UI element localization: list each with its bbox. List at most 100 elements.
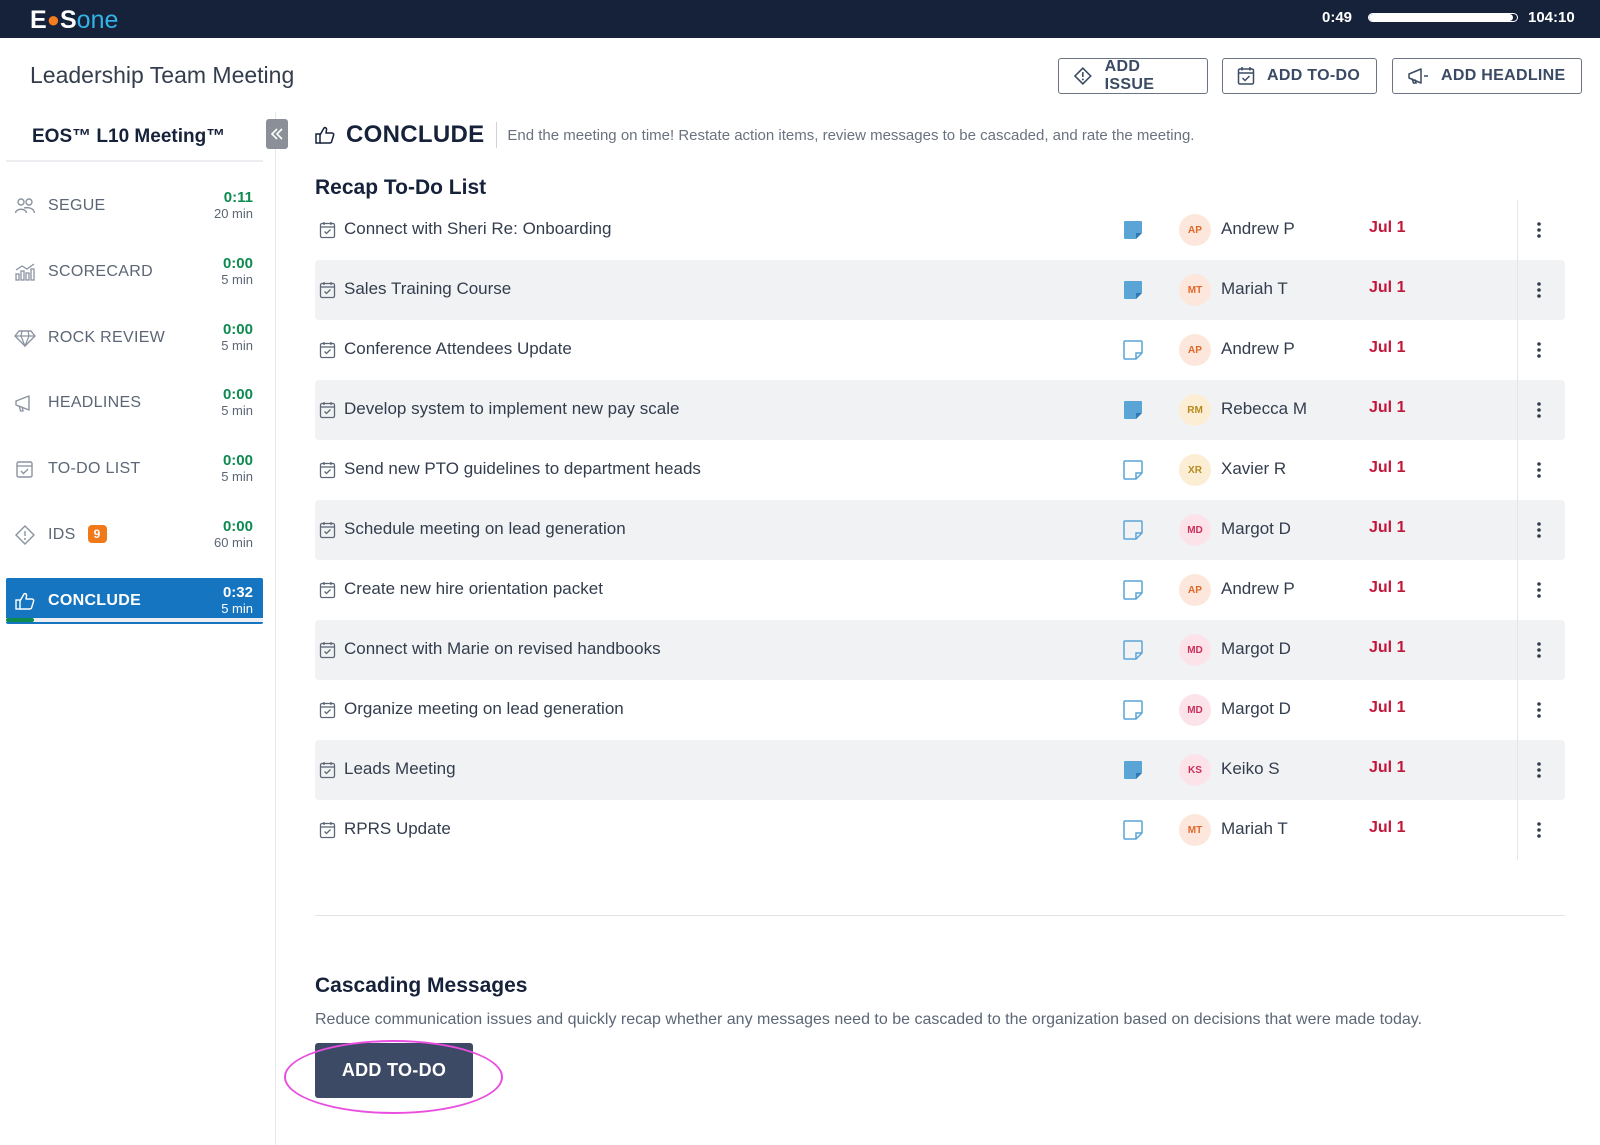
todo-note-button[interactable] bbox=[1122, 219, 1144, 246]
todo-menu-button[interactable] bbox=[1534, 820, 1544, 840]
highlight-annotation bbox=[284, 1040, 503, 1114]
todo-menu-button[interactable] bbox=[1534, 520, 1544, 540]
eos-one-logo[interactable]: E●Sone bbox=[30, 6, 118, 35]
todo-note-button[interactable] bbox=[1122, 699, 1144, 726]
sidebar-item-headlines[interactable]: HEADLINES 0:00 5 min bbox=[6, 380, 263, 426]
todo-row[interactable]: Schedule meeting on lead generation MD Mar… bbox=[315, 500, 1565, 560]
todo-menu-button[interactable] bbox=[1534, 340, 1544, 360]
note-empty-icon bbox=[1123, 580, 1143, 600]
sidebar-item-label: CONCLUDE bbox=[48, 592, 142, 609]
diamond-alert-icon bbox=[1073, 67, 1092, 85]
todo-title[interactable]: Send new PTO guidelines to department he… bbox=[344, 459, 701, 479]
todo-row[interactable]: Create new hire orientation packet AP Andr… bbox=[315, 560, 1565, 620]
todo-owner: Mariah T bbox=[1221, 279, 1288, 298]
todo-title[interactable]: Sales Training Course bbox=[344, 279, 511, 299]
todo-due-date[interactable]: Jul 1 bbox=[1369, 219, 1405, 237]
todo-title[interactable]: Develop system to implement new pay scal… bbox=[344, 399, 679, 419]
recap-todo-list: Connect with Sheri Re: Onboarding AP Andre… bbox=[315, 200, 1565, 860]
sidebar-item-scorecard[interactable]: SCORECARD 0:00 5 min bbox=[6, 249, 263, 295]
todo-note-button[interactable] bbox=[1122, 459, 1144, 486]
avatar: MT bbox=[1179, 274, 1211, 306]
section-title: CONCLUDE bbox=[346, 121, 485, 148]
todo-menu-button[interactable] bbox=[1534, 460, 1544, 480]
todo-note-button[interactable] bbox=[1122, 519, 1144, 546]
todo-row[interactable]: Leads Meeting KS Keiko S Jul 1 bbox=[315, 740, 1565, 800]
sidebar-item-segue[interactable]: SEGUE 0:11 20 min bbox=[6, 183, 263, 229]
todo-note-button[interactable] bbox=[1122, 279, 1144, 306]
sidebar-item-time: 0:32 bbox=[222, 584, 253, 601]
add-headline-button[interactable]: ADD HEADLINE bbox=[1392, 58, 1582, 94]
todo-owner: Andrew P bbox=[1221, 339, 1295, 358]
sidebar-item-time: 0:11 bbox=[223, 189, 253, 206]
note-filled-icon bbox=[1124, 761, 1142, 779]
note-empty-icon bbox=[1123, 700, 1143, 720]
todo-note-button[interactable] bbox=[1122, 579, 1144, 606]
row-divider bbox=[1517, 260, 1518, 320]
todo-row[interactable]: Organize meeting on lead generation MD Mar… bbox=[315, 680, 1565, 740]
add-issue-label: ADD ISSUE bbox=[1104, 58, 1155, 93]
calendar-check-icon bbox=[319, 822, 336, 839]
todo-menu-button[interactable] bbox=[1534, 220, 1544, 240]
add-todo-header-button[interactable]: ADD TO-DO bbox=[1222, 58, 1377, 94]
todo-note-button[interactable] bbox=[1122, 759, 1144, 786]
todo-menu-button[interactable] bbox=[1534, 580, 1544, 600]
todo-owner: Rebecca M bbox=[1221, 399, 1307, 418]
sidebar-item-label: SCORECARD bbox=[48, 263, 153, 280]
todo-row[interactable]: Sales Training Course MT Mariah T Jul 1 bbox=[315, 260, 1565, 320]
calendar-check-icon bbox=[319, 582, 336, 599]
more-options-icon bbox=[1537, 642, 1541, 658]
more-options-icon bbox=[1537, 822, 1541, 838]
todo-due-date[interactable]: Jul 1 bbox=[1369, 459, 1405, 477]
todo-due-date[interactable]: Jul 1 bbox=[1369, 819, 1405, 837]
sidebar-item-ids[interactable]: IDS 9 0:00 60 min bbox=[6, 512, 263, 558]
todo-title[interactable]: RPRS Update bbox=[344, 819, 451, 839]
todo-menu-button[interactable] bbox=[1534, 700, 1544, 720]
todo-menu-button[interactable] bbox=[1534, 760, 1544, 780]
todo-note-button[interactable] bbox=[1122, 399, 1144, 426]
todo-menu-button[interactable] bbox=[1534, 640, 1544, 660]
collapse-sidebar-button[interactable] bbox=[266, 119, 288, 149]
calendar-check-icon bbox=[319, 342, 336, 359]
todo-title[interactable]: Schedule meeting on lead generation bbox=[344, 519, 626, 539]
todo-row[interactable]: Send new PTO guidelines to department he… bbox=[315, 440, 1565, 500]
todo-row[interactable]: Develop system to implement new pay scal… bbox=[315, 380, 1565, 440]
todo-due-date[interactable]: Jul 1 bbox=[1369, 339, 1405, 357]
todo-note-button[interactable] bbox=[1122, 819, 1144, 846]
todo-due-date[interactable]: Jul 1 bbox=[1369, 519, 1405, 537]
todo-title[interactable]: Conference Attendees Update bbox=[344, 339, 572, 359]
todo-row[interactable]: Conference Attendees Update AP Andrew P Jul… bbox=[315, 320, 1565, 380]
diamond-alert-icon bbox=[15, 525, 35, 545]
todo-note-button[interactable] bbox=[1122, 639, 1144, 666]
todo-note-button[interactable] bbox=[1122, 339, 1144, 366]
todo-due-date[interactable]: Jul 1 bbox=[1369, 639, 1405, 657]
todo-owner: Mariah T bbox=[1221, 819, 1288, 838]
avatar: MD bbox=[1179, 634, 1211, 666]
todo-menu-button[interactable] bbox=[1534, 280, 1544, 300]
section-progress-bar bbox=[6, 618, 263, 622]
todo-due-date[interactable]: Jul 1 bbox=[1369, 699, 1405, 717]
todo-row[interactable]: Connect with Sheri Re: Onboarding AP Andre… bbox=[315, 200, 1565, 260]
todo-due-date[interactable]: Jul 1 bbox=[1369, 759, 1405, 777]
more-options-icon bbox=[1537, 342, 1541, 358]
todo-owner: Margot D bbox=[1221, 519, 1291, 538]
todo-title[interactable]: Leads Meeting bbox=[344, 759, 456, 779]
todo-title[interactable]: Connect with Marie on revised handbooks bbox=[344, 639, 661, 659]
todo-due-date[interactable]: Jul 1 bbox=[1369, 579, 1405, 597]
todo-row[interactable]: RPRS Update MT Mariah T Jul 1 bbox=[315, 800, 1565, 860]
sidebar-item-todo-list[interactable]: TO-DO LIST 0:00 5 min bbox=[6, 446, 263, 492]
total-time: 104:10 bbox=[1528, 9, 1575, 26]
todo-row[interactable]: Connect with Marie on revised handbooks M… bbox=[315, 620, 1565, 680]
note-empty-icon bbox=[1123, 520, 1143, 540]
todo-title[interactable]: Connect with Sheri Re: Onboarding bbox=[344, 219, 611, 239]
todo-menu-button[interactable] bbox=[1534, 400, 1544, 420]
add-issue-button[interactable]: ADD ISSUE bbox=[1058, 58, 1208, 94]
sidebar-item-rock-review[interactable]: ROCK REVIEW 0:00 5 min bbox=[6, 315, 263, 361]
note-empty-icon bbox=[1123, 340, 1143, 360]
todo-due-date[interactable]: Jul 1 bbox=[1369, 279, 1405, 297]
todo-due-date[interactable]: Jul 1 bbox=[1369, 399, 1405, 417]
sidebar-item-time: 0:00 bbox=[222, 386, 253, 403]
todo-title[interactable]: Create new hire orientation packet bbox=[344, 579, 603, 599]
todo-title[interactable]: Organize meeting on lead generation bbox=[344, 699, 624, 719]
row-divider bbox=[1517, 440, 1518, 500]
meeting-title: Leadership Team Meeting bbox=[30, 62, 295, 88]
